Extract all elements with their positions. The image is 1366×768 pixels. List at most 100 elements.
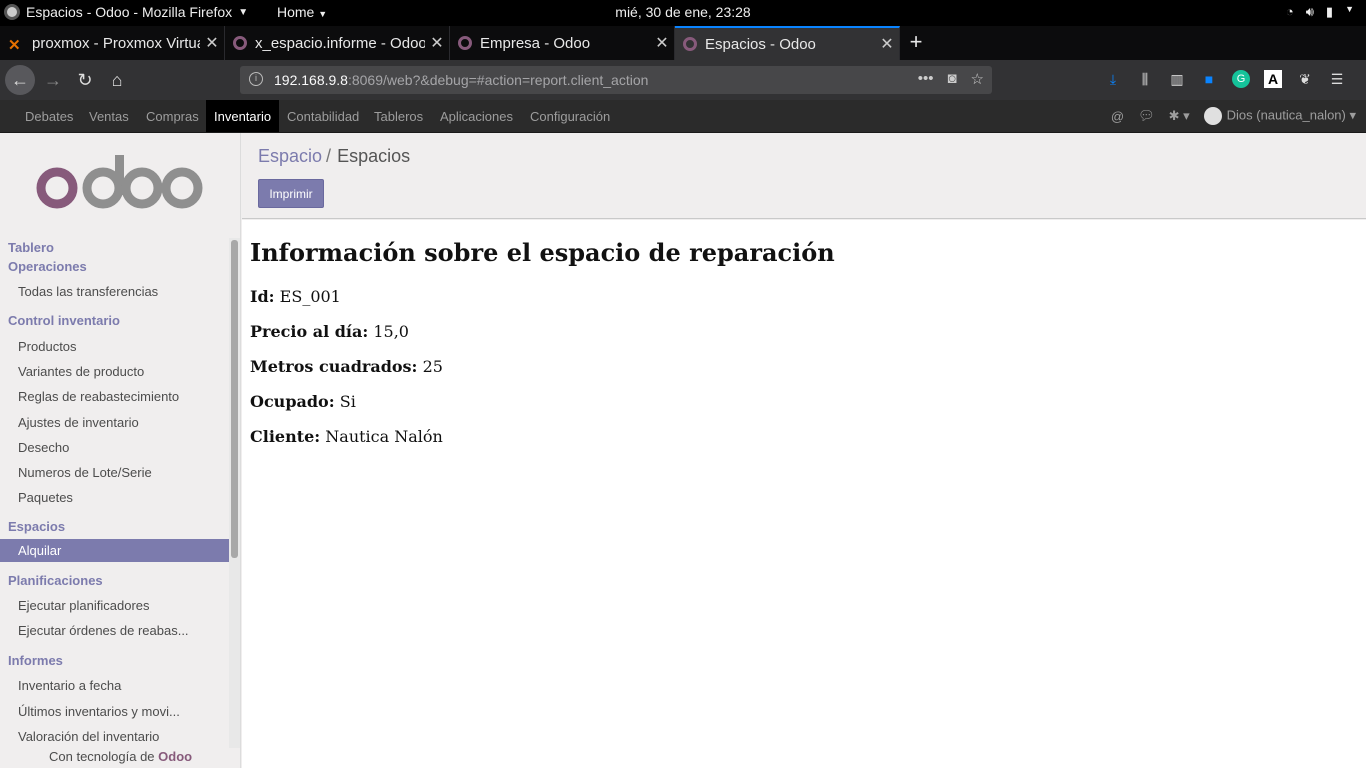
tab-label: Empresa - Odoo [480,34,591,52]
new-tab-button[interactable]: + [903,26,929,60]
sidebar-item-desecho[interactable]: Desecho [0,434,229,459]
page-actions-icon[interactable]: ••• [918,70,934,88]
close-icon[interactable]: ✕ [200,33,224,53]
sidebar-scrollbar[interactable] [229,238,240,748]
menu-compras[interactable]: Compras [138,100,207,132]
download-icon[interactable]: ⤓ [1104,70,1122,88]
sidebar-section-control-inventario[interactable]: Control inventario [0,304,229,334]
odoo-main-menu: Debates Ventas Compras Inventario Contab… [0,100,1366,133]
field-value: 15,0 [373,322,409,341]
field-label: Cliente: [250,427,321,446]
url-bar[interactable]: i 192.168.9.8:8069/web?&debug=#action=re… [240,66,992,94]
sidebar-item-variantes[interactable]: Variantes de producto [0,359,229,384]
odoo-icon [233,36,247,50]
chat-icon[interactable]: 💬︎ [1138,108,1155,124]
print-button[interactable]: Imprimir [258,179,324,208]
chevron-down-icon: ▼ [318,9,328,19]
odoo-logo[interactable] [36,155,206,211]
field-ocupado: Ocupado: Si [250,392,356,411]
sidebar-item-productos[interactable]: Productos [0,334,229,359]
powered-by: Con tecnología de Odoo [0,749,240,768]
report-title: Información sobre el espacio de reparaci… [250,238,835,267]
odoo-icon [458,36,472,50]
scrollbar-thumb[interactable] [231,240,238,558]
tab-espacio-informe[interactable]: x_espacio.informe - Odoo ✕ [225,26,450,60]
sidebar-item-ultimos-inventarios[interactable]: Últimos inventarios y movi... [0,698,229,723]
proxmox-icon: ✕ [8,37,21,54]
field-value: Si [339,392,356,411]
field-value: 25 [422,357,443,376]
field-id: Id: ES_001 [250,287,341,306]
sidebar-item-reabastecimiento[interactable]: Ejecutar órdenes de reabas... [0,618,229,643]
sidebar-item-alquilar[interactable]: Alquilar [0,539,229,562]
menu-contabilidad[interactable]: Contabilidad [279,100,367,132]
powered-by-link[interactable]: Odoo [158,749,192,764]
menu-tableros[interactable]: Tableros [366,100,431,132]
close-icon[interactable]: ✕ [650,33,674,53]
close-icon[interactable]: ✕ [875,34,899,54]
reload-button[interactable]: ↻ [70,65,100,95]
menu-ventas[interactable]: Ventas [81,100,137,132]
sidebar-item-inventario-fecha[interactable]: Inventario a fecha [0,673,229,698]
chevron-down-icon: ▼ [1345,4,1354,14]
field-label: Precio al día: [250,322,369,341]
home-menu-label: Home [277,4,315,20]
sidebar-item-paquetes[interactable]: Paquetes [0,484,229,509]
user-name: Dios (nautica_nalon) [1226,107,1346,123]
sidebar-menu: Tablero Operaciones Todas las transferen… [0,239,229,748]
tab-strip: ✕ proxmox - Proxmox Virtua ✕ x_espacio.i… [0,26,1366,60]
menu-inventario[interactable]: Inventario [206,100,280,132]
powered-by-label: Con tecnología de [49,749,155,764]
tab-label: Espacios - Odoo [705,35,816,53]
sidebar-section-informes[interactable]: Informes [0,643,229,673]
field-precio: Precio al día: 15,0 [250,322,409,341]
sidebar-item-lotes[interactable]: Numeros de Lote/Serie [0,459,229,484]
close-icon[interactable]: ✕ [425,33,449,53]
pocket-icon[interactable]: ◙ [947,70,956,88]
sidebar-item-valoracion[interactable]: Valoración del inventario [0,723,229,748]
menu-debates[interactable]: Debates [17,100,81,132]
tab-proxmox[interactable]: ✕ proxmox - Proxmox Virtua ✕ [0,26,225,60]
sidebar-section-espacios[interactable]: Espacios [0,509,229,539]
navigation-toolbar: ← → ↻ ⌂ i 192.168.9.8:8069/web?&debug=#a… [0,60,1366,100]
tab-label: x_espacio.informe - Odoo [255,34,425,52]
bookmark-star-icon[interactable]: ☆ [971,70,984,88]
library-icon[interactable]: ⫼ [1136,70,1154,88]
tab-espacios[interactable]: Espacios - Odoo ✕ [675,26,900,60]
sidebar-item-planificadores[interactable]: Ejecutar planificadores [0,593,229,618]
breadcrumb-parent[interactable]: Espacio [258,146,322,166]
field-cliente: Cliente: Nautica Nalón [250,427,443,446]
user-menu[interactable]: Dios (nautica_nalon) ▾ [1203,107,1356,125]
menu-aplicaciones[interactable]: Aplicaciones [432,100,521,132]
sidebar-item-tablero[interactable]: Tablero [0,239,229,257]
sidebar-section-planificaciones[interactable]: Planificaciones [0,562,229,593]
breadcrumb: Espacio / Espacios [258,146,410,167]
breadcrumb-separator: / [326,146,332,166]
sidebar-item-ajustes[interactable]: Ajustes de inventario [0,409,229,434]
app-menu[interactable]: Espacios - Odoo - Mozilla Firefox ▼ [4,4,248,20]
font-extension-icon[interactable]: A [1264,70,1282,88]
mention-icon[interactable]: @ [1111,109,1124,124]
forward-button[interactable]: → [38,65,68,95]
sidebar-icon[interactable]: ▥ [1168,70,1186,88]
tab-empresa[interactable]: Empresa - Odoo ✕ [450,26,675,60]
firefox-icon [4,4,20,20]
report-view: Información sobre el espacio de reparaci… [242,220,1366,768]
sidebar-item-transferencias[interactable]: Todas las transferencias [0,279,229,304]
home-button[interactable]: ⌂ [102,65,132,95]
lock-icon[interactable]: ■ [1200,70,1218,88]
field-metros: Metros cuadrados: 25 [250,357,443,376]
info-icon[interactable]: i [249,72,263,86]
odoo-icon [683,37,697,51]
menu-configuracion[interactable]: Configuración [522,100,618,132]
grammarly-icon[interactable]: G [1232,70,1250,88]
wifi-icon: ◔ [1285,4,1294,19]
extension-icon[interactable]: ❦ [1296,70,1314,88]
menu-icon[interactable]: ☰ [1328,70,1346,88]
sidebar-item-reglas[interactable]: Reglas de reabastecimiento [0,384,229,409]
sidebar-section-operaciones[interactable]: Operaciones [0,257,229,279]
back-button[interactable]: ← [5,65,35,95]
debug-bug-icon[interactable]: ✱ ▾ [1169,108,1190,124]
home-menu[interactable]: Home ▼ [277,4,327,20]
system-tray[interactable]: ◔ 🔊︎ ▮ ▼ [1286,4,1354,20]
